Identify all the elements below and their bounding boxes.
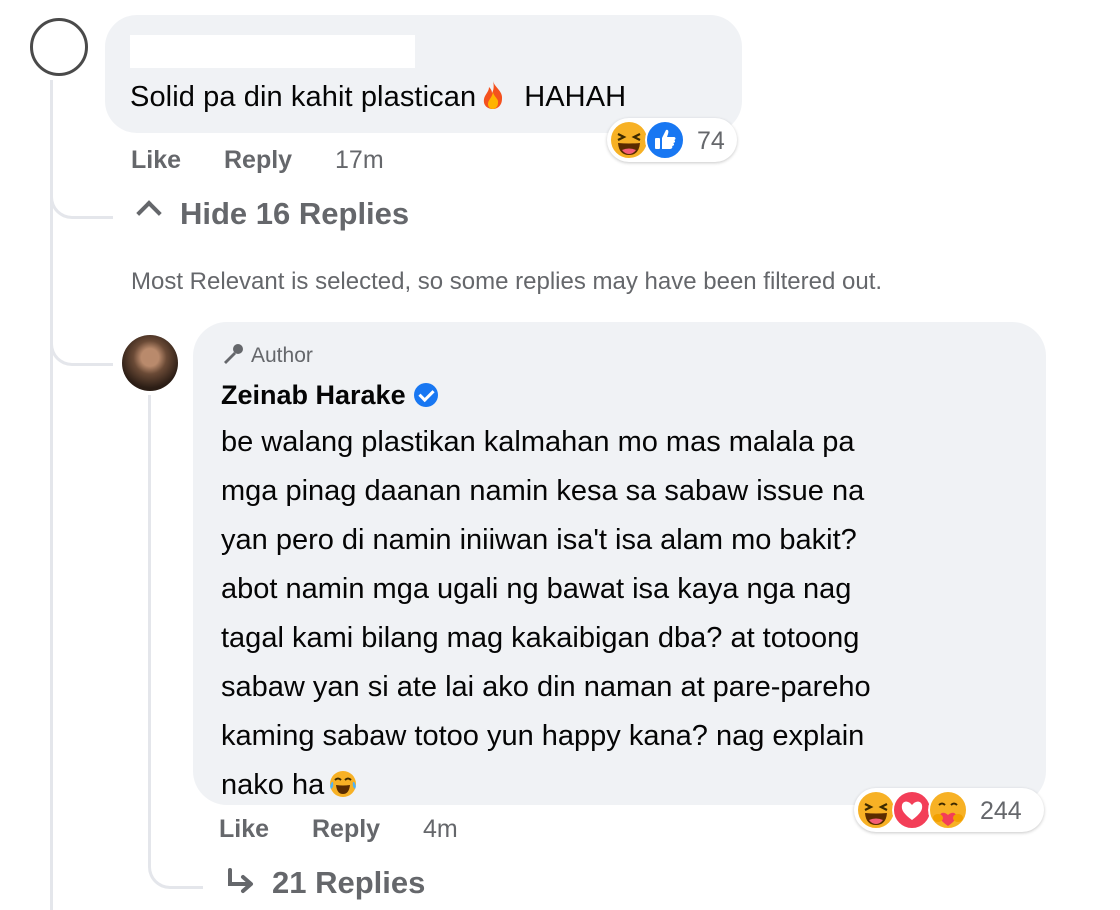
author-name[interactable]: Zeinab Harake bbox=[221, 380, 438, 411]
care-hug bbox=[928, 790, 968, 830]
view-more-replies-button[interactable]: 21 Replies bbox=[226, 865, 425, 901]
hide-replies-button[interactable]: Hide 16 Replies bbox=[136, 196, 410, 232]
top-comment-text: Solid pa din kahit plastican HAHAH bbox=[130, 81, 627, 113]
reply-arrow-icon bbox=[228, 868, 253, 893]
fire-emoji bbox=[484, 81, 503, 109]
commenter-avatar[interactable] bbox=[30, 18, 88, 76]
redacted-commenter-name bbox=[130, 35, 415, 68]
top-comment-bubble bbox=[105, 15, 742, 133]
chevron-up-icon bbox=[136, 200, 162, 226]
hide-replies-label: Hide 16 Replies bbox=[180, 196, 410, 231]
crying-laughing-emoji bbox=[330, 771, 357, 797]
reply-actions: Like Reply 4m bbox=[219, 815, 458, 844]
reply-line: yan pero di namin iniiwan isa't isa alam… bbox=[221, 524, 857, 556]
reply-line: kaming sabaw totoo yun happy kana? nag e… bbox=[221, 720, 865, 752]
love-heart bbox=[892, 790, 932, 830]
reply-link[interactable]: Reply bbox=[312, 815, 380, 843]
author-badge: Author bbox=[221, 343, 313, 368]
like-thumb bbox=[645, 120, 685, 160]
reply-line: mga pinag daanan namin kesa sa sabaw iss… bbox=[221, 475, 865, 507]
reply-timestamp[interactable]: 4m bbox=[423, 815, 458, 843]
reply-line: be walang plastikan kalmahan mo mas mala… bbox=[221, 426, 855, 458]
top-comment-reaction-count: 74 bbox=[697, 127, 725, 155]
reply-line: tagal kami bilang mag kakaibigan dba? at… bbox=[221, 622, 860, 654]
author-avatar[interactable] bbox=[122, 335, 178, 391]
reply-reactions[interactable]: 244 bbox=[854, 788, 1044, 832]
reply-line: sabaw yan si ate lai ako din naman at pa… bbox=[221, 671, 871, 703]
comment-timestamp[interactable]: 17m bbox=[335, 146, 384, 174]
top-comment-reactions[interactable]: 74 bbox=[607, 118, 737, 162]
reply-line: nako ha bbox=[221, 769, 325, 801]
verified-icon bbox=[413, 383, 438, 407]
more-replies-label: 21 Replies bbox=[272, 865, 426, 900]
reply-link[interactable]: Reply bbox=[224, 146, 292, 174]
microphone-icon bbox=[224, 344, 243, 364]
laughing-emoji bbox=[609, 120, 649, 160]
thread-connector-more bbox=[148, 830, 203, 889]
thread-connector-toggle bbox=[50, 150, 113, 219]
reply-reaction-count: 244 bbox=[980, 797, 1022, 825]
thread-line-reply bbox=[148, 395, 151, 835]
like-link[interactable]: Like bbox=[131, 146, 181, 174]
laughing-emoji bbox=[856, 790, 896, 830]
like-link[interactable]: Like bbox=[219, 815, 269, 843]
top-comment-actions: Like Reply 17m bbox=[131, 146, 384, 175]
reply-line: abot namin mga ugali ng bawat isa kaya n… bbox=[221, 573, 852, 605]
reply-text: be walang plastikan kalmahan mo mas mala… bbox=[221, 418, 1021, 810]
thread-connector-reply bbox=[50, 305, 113, 366]
filter-notice: Most Relevant is selected, so some repli… bbox=[131, 268, 883, 295]
